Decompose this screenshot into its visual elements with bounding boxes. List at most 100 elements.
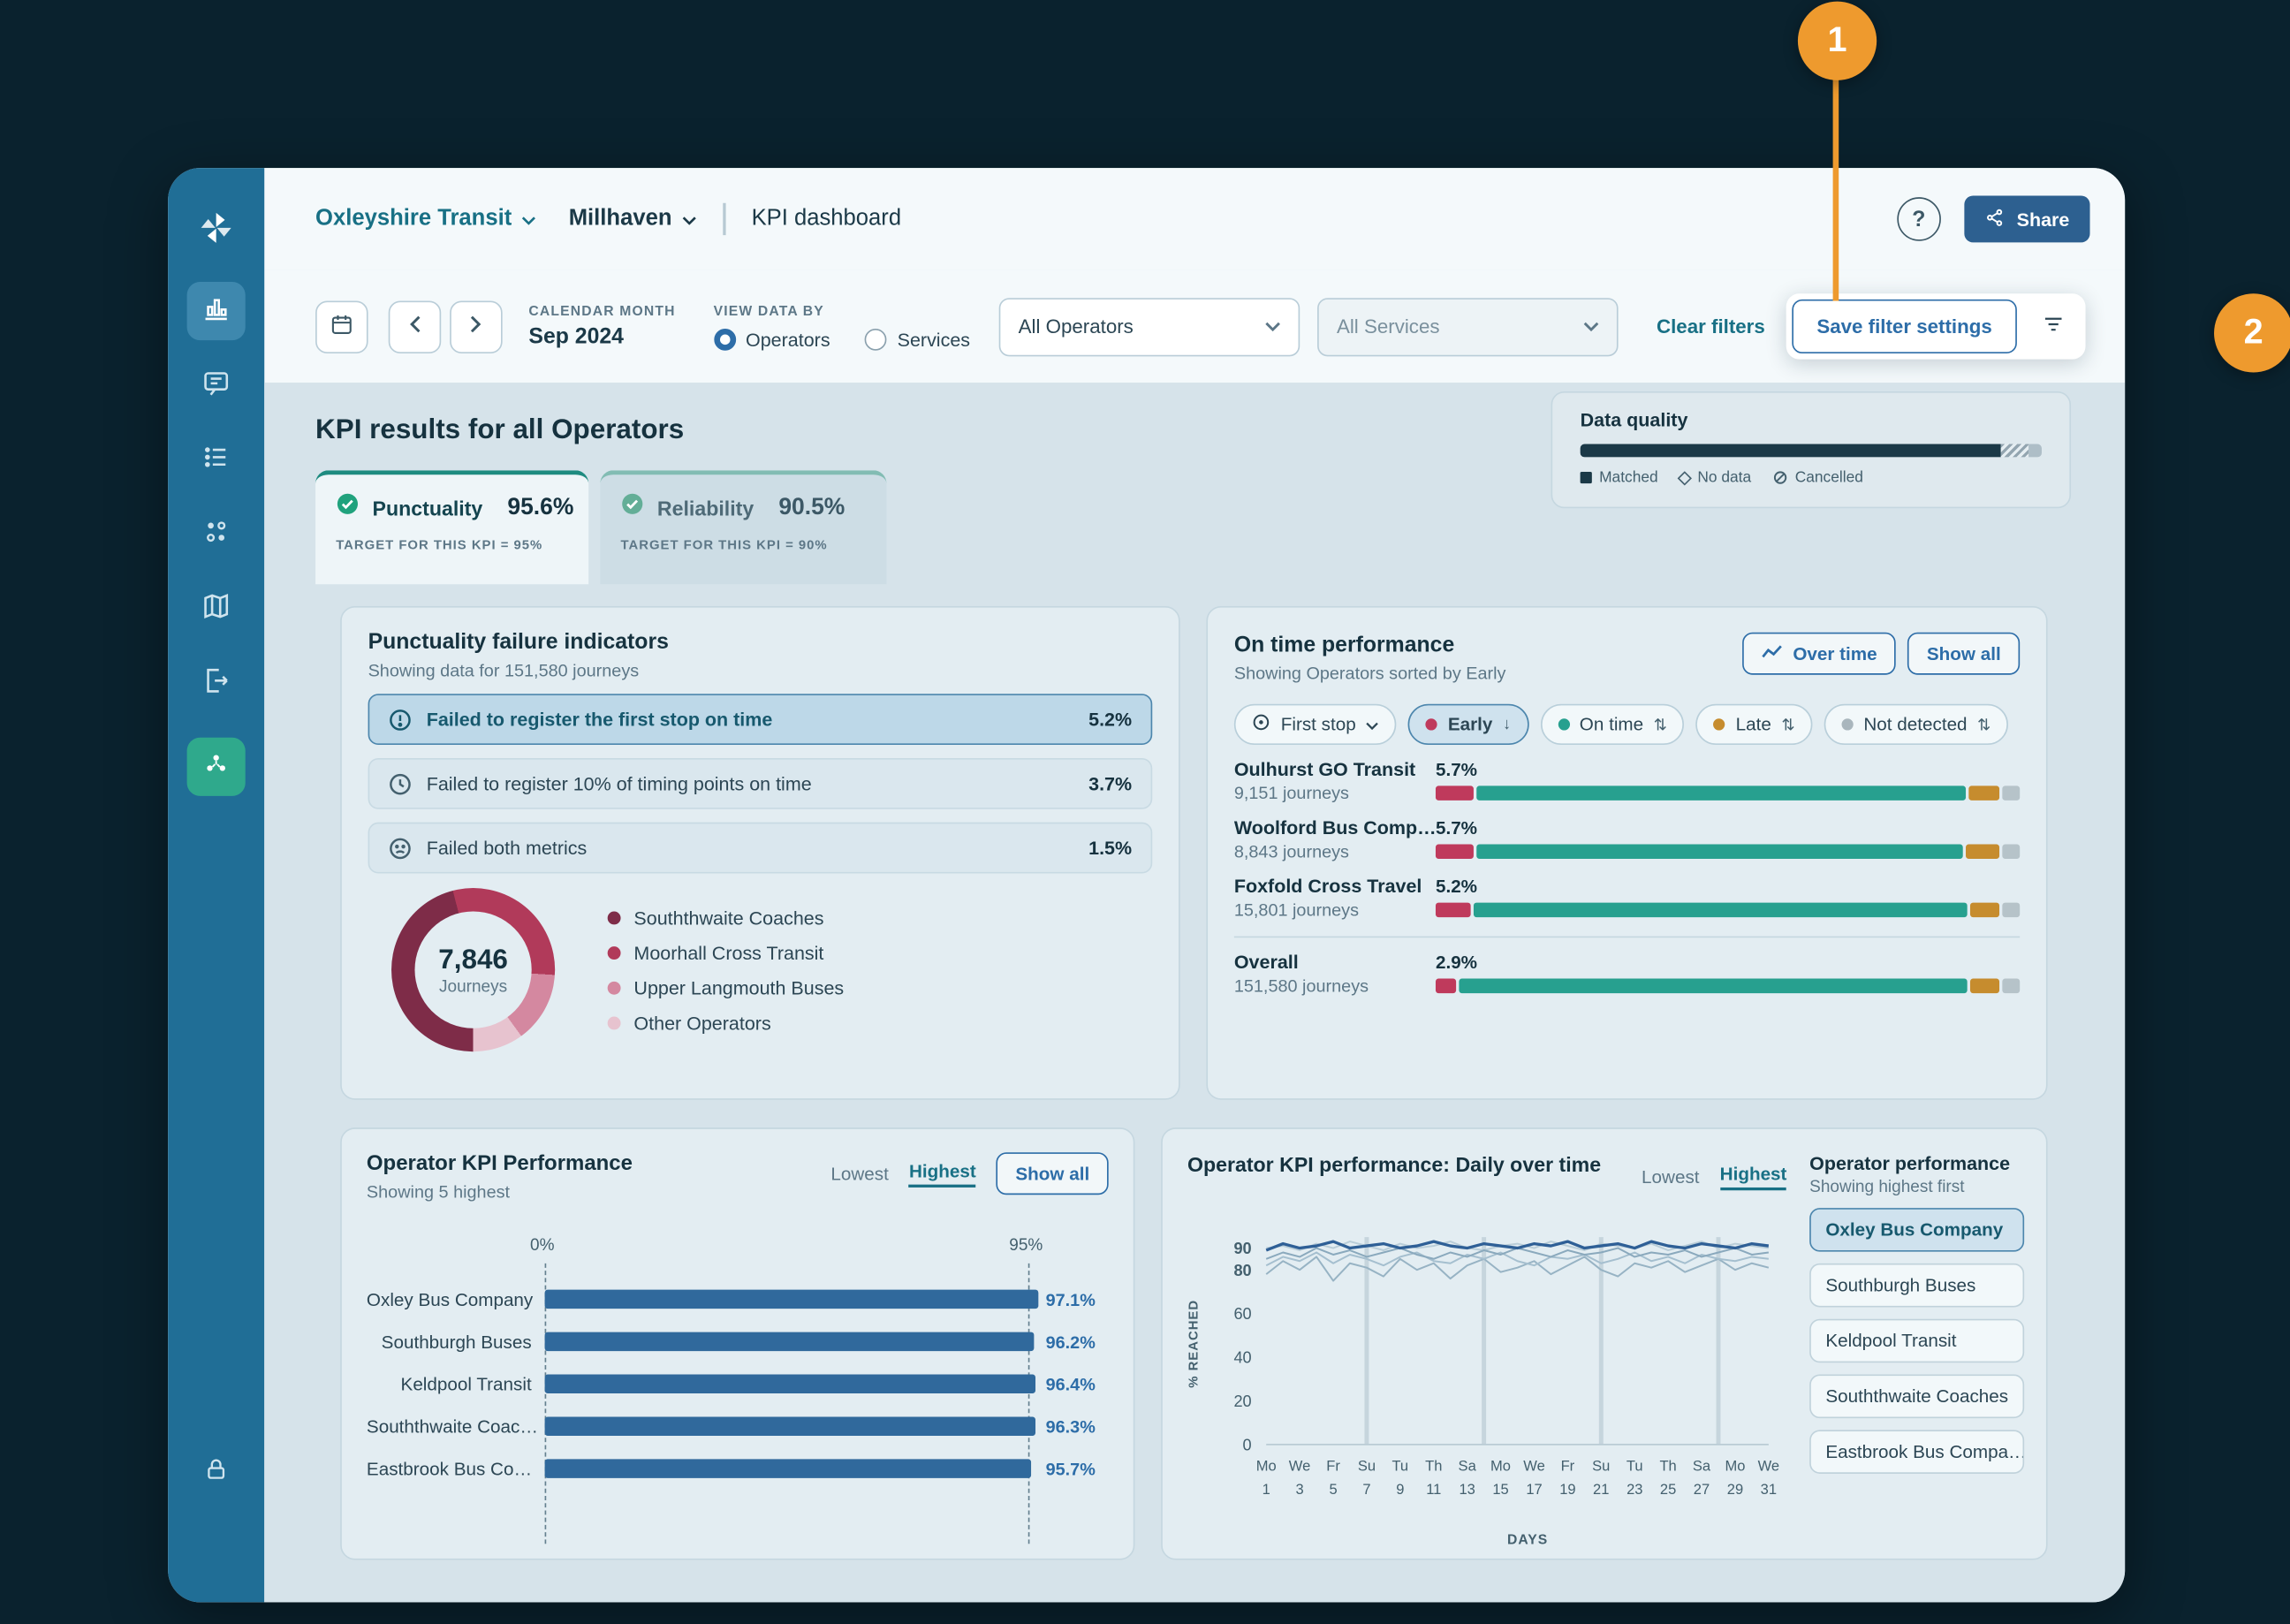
ontime-row: Foxfold Cross Travel 15,801 journeys 5.2… <box>1234 875 2020 920</box>
sidebar-item-lock[interactable] <box>187 1443 246 1501</box>
breadcrumb-org[interactable]: Oxleyshire Transit <box>315 206 536 232</box>
daily-lowest-toggle[interactable]: Lowest <box>1642 1167 1699 1188</box>
page-title: KPI dashboard <box>752 206 902 232</box>
lock-icon <box>201 1454 231 1491</box>
donut-legend: Souththwaite Coaches Moorhall Cross Tran… <box>608 907 844 1034</box>
ontime-filter-chips: First stop Early ↓ On time ⇅ <box>1234 704 2020 745</box>
failure-indicators-card: Punctuality failure indicators Showing d… <box>340 606 1180 1100</box>
x-axis-label: DAYS <box>1353 1532 1703 1548</box>
list-icon <box>200 440 231 480</box>
sidebar-item-apps[interactable] <box>187 505 246 564</box>
not-detected-chip[interactable]: Not detected ⇅ <box>1824 704 2008 745</box>
lowest-toggle[interactable]: Lowest <box>830 1164 888 1184</box>
bar-value: 96.4% <box>1046 1374 1096 1394</box>
operator-button-souththwaite[interactable]: Souththwaite Coaches <box>1809 1375 2024 1419</box>
operator-journeys: 8,843 journeys <box>1234 841 1436 861</box>
svg-text:5: 5 <box>1329 1481 1337 1498</box>
operator-button-oxley[interactable]: Oxley Bus Company <box>1809 1208 2024 1252</box>
svg-text:Mo: Mo <box>1725 1458 1746 1475</box>
help-button[interactable]: ? <box>1897 197 1941 241</box>
prev-month-button[interactable] <box>389 300 442 353</box>
app-logo-icon <box>197 209 235 247</box>
kpi-bar <box>545 1459 1032 1477</box>
clear-filters-link[interactable]: Clear filters <box>1657 315 1765 338</box>
filter-settings-button[interactable] <box>2026 300 2080 353</box>
on-time-performance-card: On time performance Showing Operators so… <box>1206 606 2047 1100</box>
failure-row-both-metrics[interactable]: Failed both metrics 1.5% <box>368 823 1153 874</box>
failure-row-first-stop[interactable]: Failed to register the first stop on tim… <box>368 694 1153 745</box>
matched-square-icon <box>1581 472 1592 483</box>
tab-reliability-target: TARGET FOR THIS KPI = 90% <box>621 537 867 552</box>
svg-text:20: 20 <box>1233 1393 1251 1410</box>
legend-dot <box>608 981 621 994</box>
svg-text:Mo: Mo <box>1490 1458 1511 1475</box>
sidebar-item-analytics[interactable] <box>187 282 246 340</box>
operator-button-southburgh[interactable]: Southburgh Buses <box>1809 1264 2024 1308</box>
calendar-button[interactable] <box>315 300 368 353</box>
bar-label: Souththwaite Coac… <box>367 1416 545 1437</box>
highest-toggle[interactable]: Highest <box>909 1160 976 1187</box>
share-icon <box>1984 207 2005 231</box>
sidebar-item-list[interactable] <box>187 431 246 489</box>
bar-value: 97.1% <box>1046 1289 1096 1309</box>
svg-text:We: We <box>1523 1458 1544 1475</box>
opkpi-show-all-button[interactable]: Show all <box>997 1152 1109 1195</box>
legend-dot <box>608 1016 621 1029</box>
svg-text:Th: Th <box>1425 1458 1442 1475</box>
share-label: Share <box>2017 209 2070 231</box>
tab-punctuality[interactable]: Punctuality 95.6% TARGET FOR THIS KPI = … <box>315 470 588 584</box>
operators-select[interactable]: All Operators <box>999 297 1300 355</box>
failure-row-label: Failed to register 10% of timing points … <box>427 772 812 794</box>
svg-text:Th: Th <box>1659 1458 1676 1475</box>
operator-journeys: 151,580 journeys <box>1234 975 1436 996</box>
early-percentage: 2.9% <box>1436 952 2020 973</box>
sidebar-item-map[interactable] <box>187 580 246 638</box>
failure-row-value: 1.5% <box>1088 837 1132 859</box>
opkpi-card-title: Operator KPI Performance <box>367 1152 633 1175</box>
svg-text:Su: Su <box>1358 1458 1376 1475</box>
sad-face-icon <box>389 836 412 859</box>
chevron-down-icon <box>1583 322 1599 332</box>
daily-line-chart: 02040608090Mo1We3Fr5Su7Tu9Th11Sa13Mo15We… <box>1172 1202 1785 1511</box>
early-chip[interactable]: Early ↓ <box>1408 704 1528 745</box>
over-time-button[interactable]: Over time <box>1741 633 1896 675</box>
data-quality-matched-segment <box>1581 444 2000 458</box>
stage: Oxleyshire Transit Millhaven KPI dashboa… <box>0 0 2290 1624</box>
kpi-bar <box>545 1416 1035 1435</box>
on-time-chip[interactable]: On time ⇅ <box>1540 704 1685 745</box>
operator-button-eastbrook[interactable]: Eastbrook Bus Compa… <box>1809 1430 2024 1474</box>
operator-button-keldpool[interactable]: Keldpool Transit <box>1809 1319 2024 1363</box>
tab-punctuality-value: 95.6% <box>507 495 573 521</box>
share-button[interactable]: Share <box>1964 196 2089 243</box>
sidebar-item-green-app[interactable] <box>187 738 246 796</box>
sort-icon: ⇅ <box>1977 715 1990 733</box>
breadcrumb-area[interactable]: Millhaven <box>569 206 697 232</box>
tab-reliability[interactable]: Reliability 90.5% TARGET FOR THIS KPI = … <box>600 470 886 584</box>
calendar-month-label: CALENDAR MONTH <box>528 304 675 320</box>
failure-row-timing-points[interactable]: Failed to register 10% of timing points … <box>368 758 1153 809</box>
svg-text:23: 23 <box>1627 1481 1642 1498</box>
tab-reliability-label: Reliability <box>657 496 754 519</box>
svg-text:Mo: Mo <box>1256 1458 1277 1475</box>
chevron-left-icon <box>409 315 421 338</box>
services-radio[interactable] <box>865 328 887 350</box>
next-month-button[interactable] <box>450 300 503 353</box>
bar-value: 96.2% <box>1046 1332 1096 1352</box>
sidebar-item-logout[interactable] <box>187 655 246 713</box>
breadcrumb-divider <box>723 203 724 235</box>
svg-text:25: 25 <box>1660 1481 1676 1498</box>
operators-radio[interactable] <box>714 328 736 350</box>
early-dot-icon <box>1426 718 1437 730</box>
ontime-stacked-bar <box>1436 979 2020 994</box>
sidebar <box>168 168 264 1602</box>
sort-icon: ⇅ <box>1781 715 1794 733</box>
services-select[interactable]: All Services <box>1317 297 1619 355</box>
ontime-show-all-button[interactable]: Show all <box>1907 633 2020 675</box>
save-filter-settings-button[interactable]: Save filter settings <box>1792 300 2017 353</box>
axis-max-label: 95% <box>1009 1237 1043 1255</box>
sidebar-item-messages[interactable] <box>187 356 246 414</box>
daily-highest-toggle[interactable]: Highest <box>1720 1164 1787 1190</box>
annotation-callout-2: 2 <box>2214 293 2290 372</box>
first-stop-chip[interactable]: First stop <box>1234 704 1397 745</box>
late-chip[interactable]: Late ⇅ <box>1696 704 1813 745</box>
